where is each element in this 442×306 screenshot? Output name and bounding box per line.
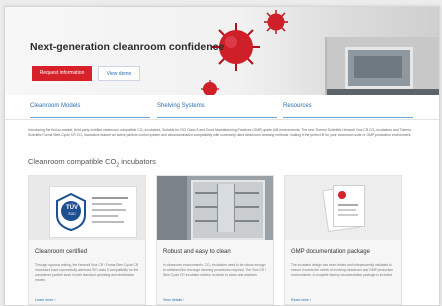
hero-banner: Next-generation cleanroom confidence Req… — [5, 7, 439, 95]
certificate-image: TÜV SÜD — [29, 176, 145, 240]
card-body: In cleanroom environments, CO₂ incubator… — [163, 263, 266, 277]
card-robust-easy-clean[interactable]: Robust and easy to clean In cleanroom en… — [156, 175, 274, 305]
card-body: The incubator design has been tested and… — [291, 263, 394, 277]
tab-underline — [157, 117, 277, 118]
section-title: Cleanroom compatible CO2 incubators — [28, 157, 156, 169]
documentation-package-image — [285, 176, 401, 240]
virus-illustration-small — [264, 10, 288, 34]
card-link[interactable]: View details › — [163, 298, 184, 302]
tuv-badge-text: TÜV — [66, 205, 78, 211]
card-link[interactable]: Learn more › — [35, 298, 56, 302]
card-title: Cleanroom certified — [35, 249, 88, 255]
incubator-image — [325, 37, 439, 95]
card-cleanroom-certified[interactable]: TÜV SÜD Cleanroom certified Through rigo… — [28, 175, 146, 305]
section-tabs: Cleanroom Models Shelving Systems Resour… — [5, 95, 439, 120]
intro-paragraph: Introducing the first-to-market, third-p… — [28, 128, 412, 138]
card-title: GMP documentation package — [291, 249, 370, 255]
card-link[interactable]: Read more › — [291, 298, 311, 302]
tab-underline — [30, 117, 150, 118]
view-demo-button[interactable]: View demo — [98, 66, 140, 81]
tab-shelving-systems[interactable]: Shelving Systems — [157, 103, 205, 109]
hero-title: Next-generation cleanroom confidence — [30, 41, 225, 53]
tab-cleanroom-models[interactable]: Cleanroom Models — [30, 103, 80, 109]
browser-frame: Next-generation cleanroom confidence Req… — [4, 6, 440, 306]
card-gmp-documentation[interactable]: GMP documentation package The incubator … — [284, 175, 402, 305]
tab-underline — [283, 117, 413, 118]
request-information-button[interactable]: Request information — [32, 66, 92, 81]
card-body: Through rigorous testing, the Heracell V… — [35, 263, 139, 282]
incubator-interior-image — [157, 176, 273, 240]
tab-resources[interactable]: Resources — [283, 103, 312, 109]
virus-illustration-bottom — [201, 80, 219, 95]
card-title: Robust and easy to clean — [163, 249, 231, 255]
